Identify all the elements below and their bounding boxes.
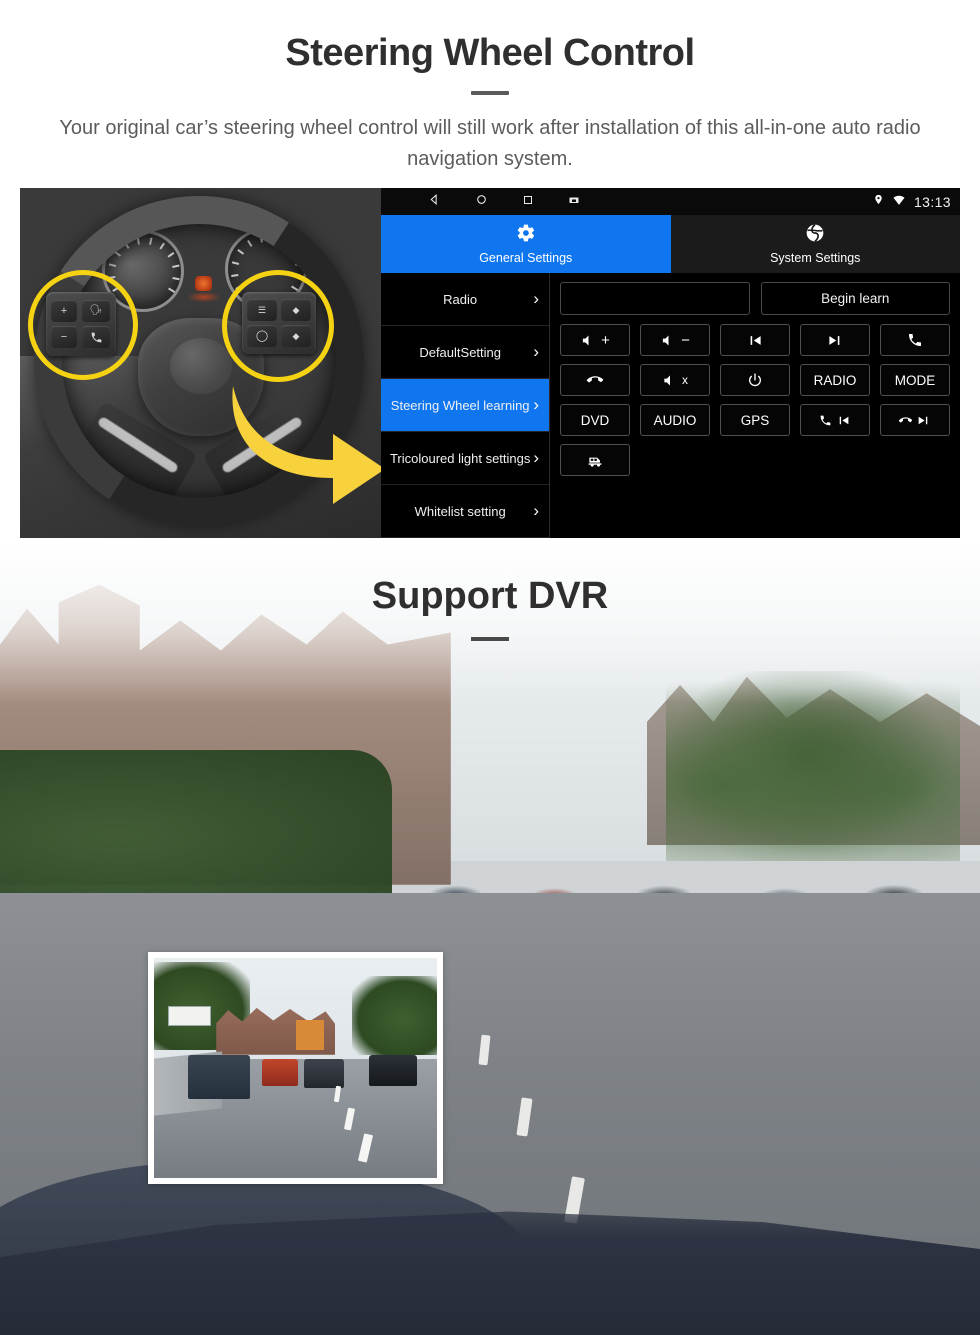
- android-head-unit-screen: 13:13 General Settings System Settings R…: [381, 188, 960, 538]
- tab-system-settings-label: System Settings: [770, 251, 861, 265]
- down-key: ◆: [281, 325, 311, 347]
- audio-button[interactable]: AUDIO: [640, 404, 710, 436]
- title-divider: [471, 91, 509, 95]
- location-pin-icon: [873, 193, 884, 211]
- tab-general-settings[interactable]: General Settings: [381, 215, 671, 273]
- cruise-key: ☰: [247, 299, 277, 321]
- call-key: [82, 326, 110, 348]
- volume-up-key: +: [51, 300, 77, 322]
- inset-car-black-right: [369, 1054, 418, 1086]
- dvd-button[interactable]: DVD: [560, 404, 630, 436]
- menu-item-radio[interactable]: Radio ›: [381, 273, 549, 326]
- menu-item-label: Radio: [443, 291, 478, 307]
- tab-system-settings[interactable]: System Settings: [670, 215, 960, 273]
- set-key: ◯: [247, 325, 277, 347]
- settings-content: Radio › DefaultSetting › Steering Wheel …: [381, 273, 960, 538]
- page-subtitle: Your original car’s steering wheel contr…: [59, 117, 921, 170]
- dvr-title-divider: [471, 637, 509, 641]
- volume-down-key: −: [51, 326, 77, 348]
- menu-item-whitelist-setting[interactable]: Whitelist setting ›: [381, 485, 549, 538]
- right-button-pad: ☰ ◯ ◆ ◆: [242, 292, 316, 354]
- screenshot-icon[interactable]: [568, 193, 580, 211]
- learning-panel: Begin learn + − x RADIO MODE DVD AUDIO G…: [550, 273, 960, 538]
- mute-button[interactable]: x: [640, 364, 710, 396]
- inset-car-red: [261, 1059, 299, 1086]
- arrow-svg: [232, 386, 381, 504]
- voice-key: 🗣: [82, 300, 110, 322]
- page-title: Steering Wheel Control: [285, 32, 695, 74]
- android-status-bar: 13:13: [381, 188, 960, 215]
- back-triangle-icon[interactable]: [428, 193, 441, 211]
- settings-tab-bar: General Settings System Settings: [381, 215, 960, 273]
- chevron-right-icon: ›: [533, 342, 539, 361]
- inset-car-dark: [303, 1059, 344, 1088]
- system-settings-icon: [805, 223, 825, 248]
- menu-item-steering-wheel-learning[interactable]: Steering Wheel learning ›: [381, 379, 549, 432]
- menu-item-label: Steering Wheel learning: [390, 397, 530, 413]
- steering-wheel-control-section: Steering Wheel Control Your original car…: [0, 0, 980, 545]
- top-fade-overlay: [0, 545, 980, 703]
- previous-track-button[interactable]: [720, 324, 790, 356]
- phone-answer-button[interactable]: [880, 324, 950, 356]
- volume-up-button[interactable]: +: [560, 324, 630, 356]
- phone-previous-button[interactable]: [800, 404, 870, 436]
- button-row-4: [560, 444, 950, 476]
- up-key: ◆: [281, 299, 311, 321]
- phone-icon: [91, 332, 101, 342]
- menu-item-label: DefaultSetting: [419, 344, 501, 360]
- wifi-icon: [892, 193, 906, 211]
- menu-item-tricoloured-light-settings[interactable]: Tricoloured light settings ›: [381, 432, 549, 485]
- left-button-pad: + − 🗣: [46, 292, 116, 356]
- dvr-section-title: Support DVR: [371, 575, 609, 617]
- hangup-next-button[interactable]: [880, 404, 950, 436]
- chevron-right-icon: ›: [533, 448, 539, 467]
- status-right-icons: 13:13: [873, 193, 951, 211]
- power-button[interactable]: [720, 364, 790, 396]
- settings-menu-list: Radio › DefaultSetting › Steering Wheel …: [381, 273, 550, 538]
- button-row-1: + −: [560, 324, 950, 356]
- learn-row: Begin learn: [560, 282, 950, 315]
- begin-learn-button[interactable]: Begin learn: [760, 282, 950, 315]
- inset-tree-right: [352, 975, 437, 1055]
- volume-down-button[interactable]: −: [640, 324, 710, 356]
- chevron-right-icon: ›: [533, 501, 539, 520]
- nav-icons: [428, 193, 580, 211]
- tab-general-settings-label: General Settings: [479, 251, 573, 265]
- media-row: + − 🗣 ☰ ◯ ◆ ◆ 13:13 General Settings Sys…: [20, 188, 960, 538]
- button-row-2: x RADIO MODE: [560, 364, 950, 396]
- next-track-button[interactable]: [800, 324, 870, 356]
- mode-button[interactable]: MODE: [880, 364, 950, 396]
- function-button-grid: + − x RADIO MODE DVD AUDIO GPS: [560, 324, 950, 476]
- phone-hangup-button[interactable]: [560, 364, 630, 396]
- button-row-3: DVD AUDIO GPS: [560, 404, 950, 436]
- menu-item-label: Tricoloured light settings: [389, 450, 531, 466]
- support-dvr-section: Support DVR (Optional function, require …: [0, 545, 980, 1335]
- inset-road-sign: [168, 1006, 211, 1027]
- menu-item-defaultsetting[interactable]: DefaultSetting ›: [381, 326, 549, 379]
- steering-wheel-photo: + − 🗣 ☰ ◯ ◆ ◆: [20, 188, 381, 538]
- menu-item-label: Whitelist setting: [414, 503, 506, 519]
- dashcam-video-thumbnail: [148, 952, 443, 1184]
- home-circle-icon[interactable]: [475, 193, 488, 211]
- status-time: 13:13: [913, 193, 951, 210]
- gear-icon: [516, 223, 536, 248]
- yellow-arrow-icon: [225, 386, 381, 506]
- recents-square-icon[interactable]: [522, 193, 534, 211]
- learn-value-field[interactable]: [560, 282, 750, 315]
- chevron-right-icon: ›: [533, 395, 539, 414]
- radio-button[interactable]: RADIO: [800, 364, 870, 396]
- car-button[interactable]: [560, 444, 630, 476]
- inset-car-suv: [187, 1054, 251, 1099]
- chevron-right-icon: ›: [533, 289, 539, 308]
- dashcam-image: [154, 958, 437, 1178]
- gps-button[interactable]: GPS: [720, 404, 790, 436]
- inset-orange-building: [295, 1019, 324, 1051]
- street-scene-background: [0, 545, 980, 1335]
